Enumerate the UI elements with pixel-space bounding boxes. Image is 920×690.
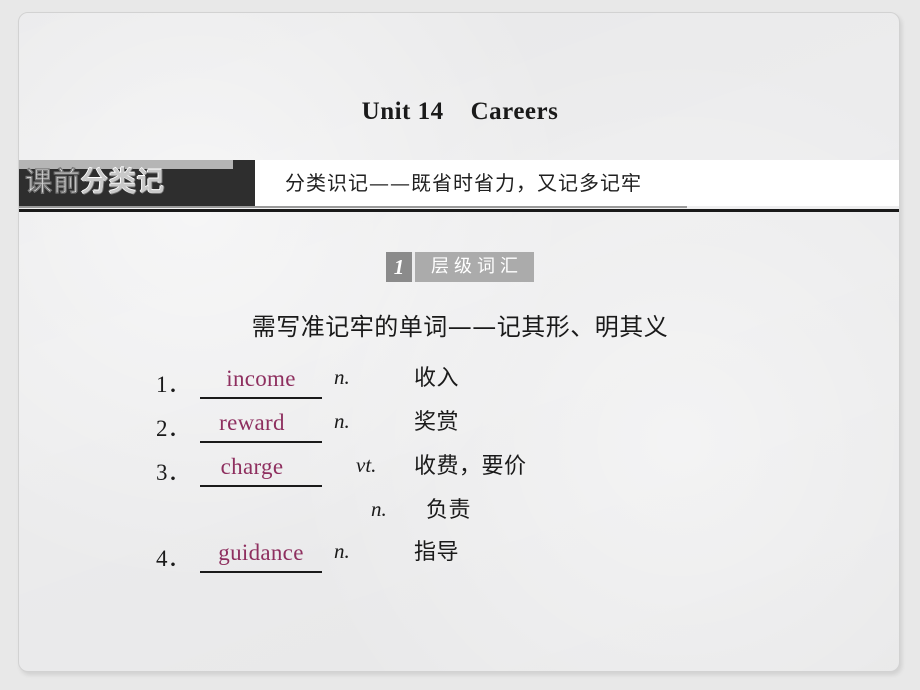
vocab-part-of-speech: n. bbox=[334, 365, 350, 389]
vocab-meaning: 奖赏 bbox=[414, 410, 460, 435]
vocab-row: 2． reward n. 奖赏 bbox=[156, 407, 856, 451]
banner-rule-gray bbox=[19, 206, 687, 208]
vocab-number: 4． bbox=[156, 546, 191, 571]
vocab-meaning: 指导 bbox=[414, 540, 460, 565]
vocab-number: 3． bbox=[156, 460, 191, 485]
vocab-meaning: 收入 bbox=[414, 366, 460, 391]
banner-tag-part-b: 分类记 bbox=[81, 167, 165, 198]
vocab-row: 4． guidance n. 指导 bbox=[156, 537, 856, 581]
vocab-number: 2． bbox=[156, 416, 191, 441]
vocab-row: 3． charge vt. 收费，要价 bbox=[156, 451, 856, 495]
vocab-meaning: 收费，要价 bbox=[414, 454, 527, 479]
vocab-word-blank[interactable]: charge bbox=[200, 451, 322, 487]
vocab-word: reward bbox=[219, 410, 285, 435]
banner-tag-part-a: 课前 bbox=[25, 167, 81, 198]
vocab-word-blank[interactable]: income bbox=[200, 363, 322, 399]
vocab-part-of-speech: n. bbox=[334, 409, 350, 433]
vocabulary-list: 1． income n. 收入 2． reward n. 奖赏 3． charg… bbox=[156, 363, 856, 581]
vocab-word-blank[interactable]: reward bbox=[200, 407, 322, 443]
section-badge: 1 层级词汇 bbox=[19, 252, 899, 282]
vocab-part-of-speech: n. bbox=[334, 539, 350, 563]
slide-page: Unit 14 Careers 课前分类记 分类识记——既省时省力，又记多记牢 … bbox=[18, 12, 900, 672]
vocab-word-blank[interactable]: guidance bbox=[200, 537, 322, 573]
vocab-row: 1． income n. 收入 bbox=[156, 363, 856, 407]
section-banner: 课前分类记 分类识记——既省时省力，又记多记牢 bbox=[19, 160, 899, 206]
vocab-part-of-speech: vt. bbox=[356, 453, 377, 477]
vocab-word: charge bbox=[220, 454, 284, 479]
banner-rule-black bbox=[19, 209, 899, 212]
vocab-number: 1． bbox=[156, 372, 191, 397]
banner-subtitle: 分类识记——既省时省力，又记多记牢 bbox=[285, 171, 642, 195]
vocab-word: guidance bbox=[218, 540, 304, 565]
vocab-part-of-speech: n. bbox=[371, 497, 387, 521]
section-badge-number: 1 bbox=[386, 252, 412, 282]
vocab-meaning: 负责 bbox=[426, 498, 472, 523]
section-badge-label: 层级词汇 bbox=[415, 252, 534, 282]
banner-tag-box: 课前分类记 bbox=[19, 160, 255, 206]
vocab-row-secondary: n. 负责 bbox=[156, 495, 856, 537]
sub-heading: 需写准记牢的单词——记其形、明其义 bbox=[251, 313, 669, 341]
banner-tag-text: 课前分类记 bbox=[25, 163, 165, 203]
vocab-word: income bbox=[226, 366, 296, 391]
page-title: Unit 14 Careers bbox=[361, 98, 559, 125]
